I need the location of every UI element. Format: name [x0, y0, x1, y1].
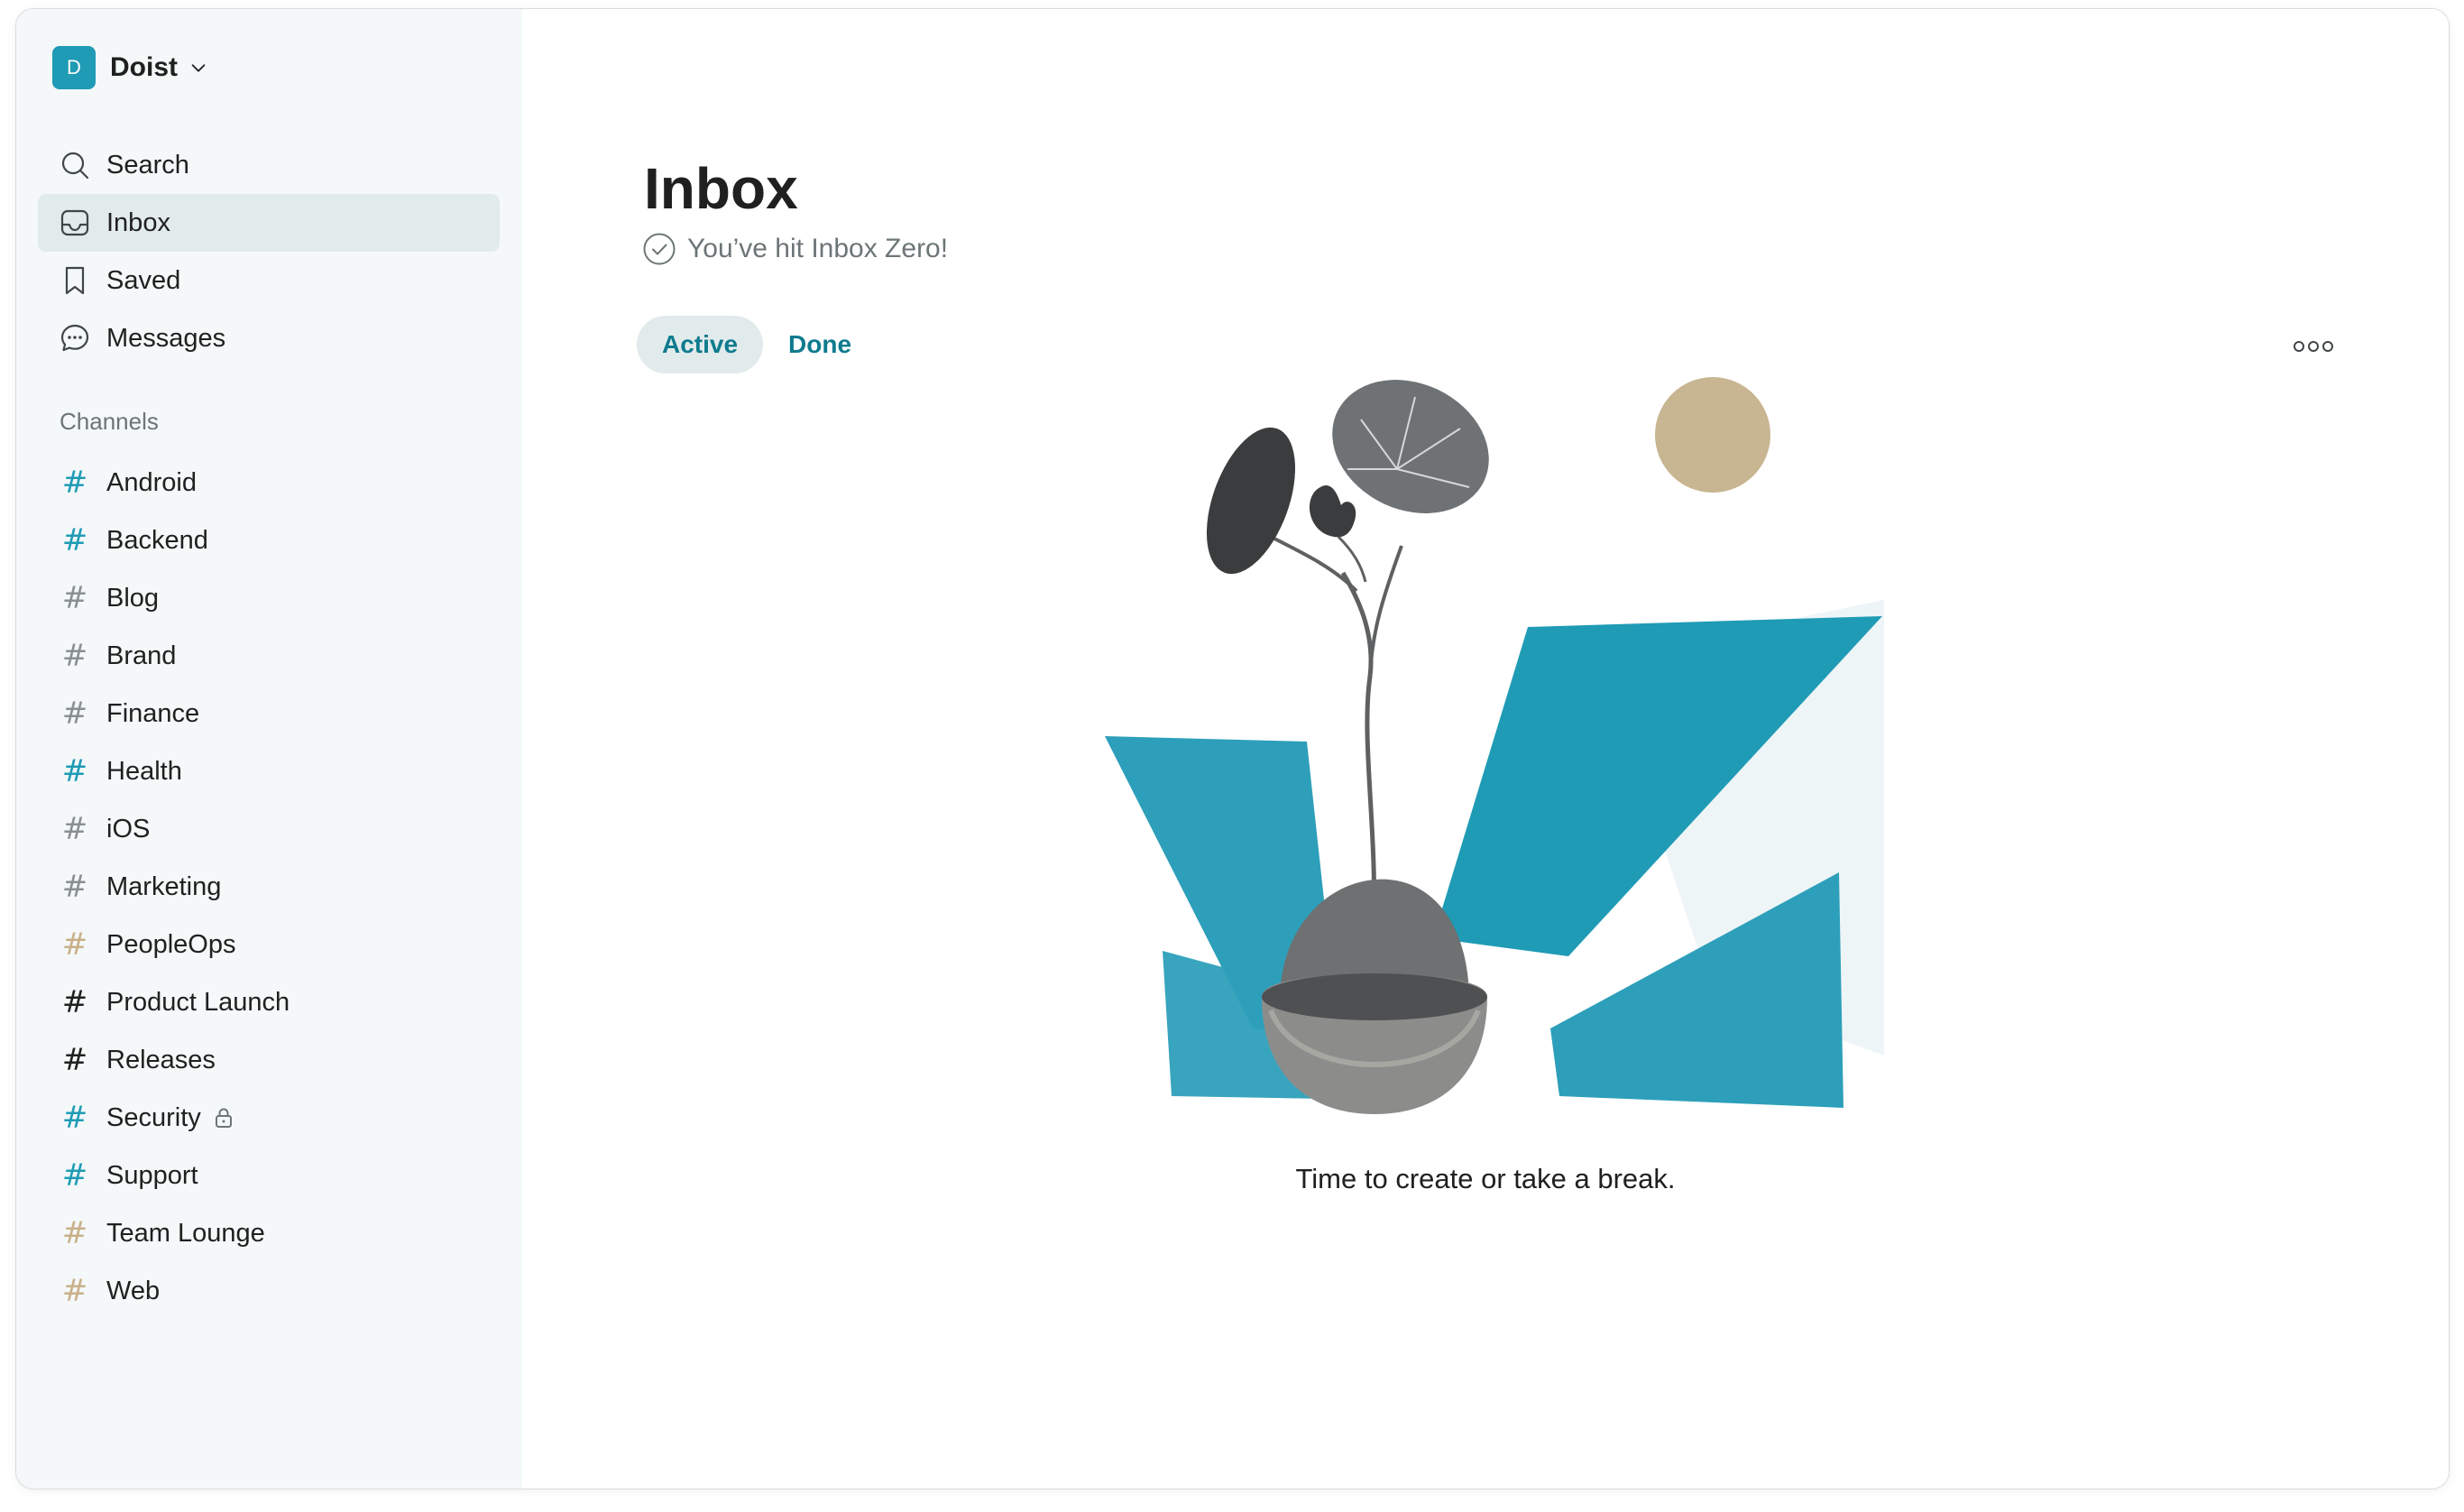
hash-icon: #: [61, 1215, 88, 1251]
nav-item-saved[interactable]: Saved: [38, 252, 500, 309]
hash-icon: #: [61, 984, 88, 1020]
hash-icon: #: [61, 1042, 88, 1078]
channel-item-peopleops[interactable]: # PeopleOps: [38, 916, 500, 973]
channel-item-brand[interactable]: # Brand: [38, 627, 500, 685]
sun-shape: [1655, 377, 1770, 493]
more-options-icon[interactable]: [2293, 339, 2334, 354]
leaf-small: [1310, 485, 1356, 538]
channel-item-backend[interactable]: # Backend: [38, 512, 500, 569]
subtitle-text: You’ve hit Inbox Zero!: [687, 234, 949, 263]
channel-item-releases[interactable]: # Releases: [38, 1031, 500, 1089]
bookmark-icon: [60, 265, 90, 296]
nav-item-messages[interactable]: Messages: [38, 309, 500, 367]
channel-name: Android: [106, 467, 197, 497]
channel-item-security[interactable]: # Security: [38, 1089, 500, 1147]
channel-name: Support: [106, 1160, 198, 1190]
inbox-tabs: Active Done: [637, 316, 877, 373]
inbox-icon: [60, 207, 90, 238]
channel-name: Web: [106, 1276, 161, 1305]
hash-icon: #: [61, 811, 88, 847]
channel-name: Brand: [106, 641, 177, 670]
channel-name: Product Launch: [106, 987, 290, 1017]
hash-icon: #: [61, 522, 88, 558]
nav-item-label: Messages: [106, 323, 226, 353]
channel-item-health[interactable]: # Health: [38, 742, 500, 800]
channel-name: Blog: [106, 583, 160, 613]
channel-item-blog[interactable]: # Blog: [38, 569, 500, 627]
channel-name: Backend: [106, 525, 208, 555]
channel-name: PeopleOps: [106, 929, 236, 959]
leaf-dark: [1206, 427, 1296, 575]
channel-name: Health: [106, 756, 182, 786]
nav-item-inbox[interactable]: Inbox: [38, 194, 500, 252]
hash-icon: #: [61, 753, 88, 789]
search-icon: [60, 150, 90, 180]
sidebar: D Doist Search Inbox Saved Messages Chan…: [16, 9, 522, 1489]
nav-item-label: Saved: [106, 265, 181, 295]
channel-item-marketing[interactable]: # Marketing: [38, 858, 500, 916]
hash-icon: #: [61, 465, 88, 501]
channel-name: Releases: [106, 1045, 216, 1074]
hash-icon: #: [61, 696, 88, 732]
channel-item-support[interactable]: # Support: [38, 1147, 500, 1204]
inbox-zero-illustration: [1105, 377, 1884, 1114]
chevron-down-icon: [191, 64, 206, 72]
channel-name: Team Lounge: [106, 1218, 265, 1248]
channel-name: Finance: [106, 698, 200, 728]
hash-icon: #: [61, 927, 88, 963]
nav-item-search[interactable]: Search: [38, 136, 500, 194]
tab-done[interactable]: Done: [763, 316, 877, 373]
hash-icon: #: [61, 1157, 88, 1194]
channel-name: iOS: [106, 814, 151, 844]
empty-state-message: Time to create or take a break.: [1295, 1163, 1676, 1194]
chat-bubble-icon: [60, 323, 90, 354]
check-circle-icon: [643, 233, 676, 265]
workspace-avatar: D: [52, 46, 96, 89]
nav-item-label: Inbox: [106, 207, 170, 237]
nav-item-label: Search: [106, 150, 189, 180]
channel-item-team-lounge[interactable]: # Team Lounge: [38, 1204, 500, 1262]
hash-icon: #: [61, 580, 88, 616]
page-title: Inbox: [644, 156, 798, 221]
channel-item-android[interactable]: # Android: [38, 454, 500, 512]
hash-icon: #: [61, 869, 88, 905]
primary-nav: Search Inbox Saved Messages: [38, 136, 500, 367]
channel-item-finance[interactable]: # Finance: [38, 685, 500, 742]
hash-icon: #: [61, 638, 88, 674]
lock-icon: [215, 1108, 232, 1128]
hash-icon: #: [61, 1273, 88, 1309]
channel-list: # Android # Backend # Blog # Brand # Finance # Heal…: [38, 454, 500, 1320]
channel-name: Security: [106, 1102, 201, 1132]
plant-stem: [1340, 571, 1377, 928]
channel-item-web[interactable]: # Web: [38, 1262, 500, 1320]
hash-icon: #: [61, 1100, 88, 1136]
inbox-zero-status: You’ve hit Inbox Zero!: [642, 232, 948, 266]
channel-item-ios[interactable]: # iOS: [38, 800, 500, 858]
workspace-switcher[interactable]: D Doist: [52, 45, 208, 90]
app-window: D Doist Search Inbox Saved Messages Chan…: [15, 8, 2450, 1489]
channels-heading: Channels: [60, 408, 159, 435]
tab-active[interactable]: Active: [637, 316, 764, 373]
channel-name: Marketing: [106, 871, 222, 901]
main-panel: Inbox You’ve hit Inbox Zero! Active Done: [522, 9, 2449, 1489]
channel-item-product-launch[interactable]: # Product Launch: [38, 973, 500, 1031]
workspace-name: Doist: [110, 52, 178, 82]
